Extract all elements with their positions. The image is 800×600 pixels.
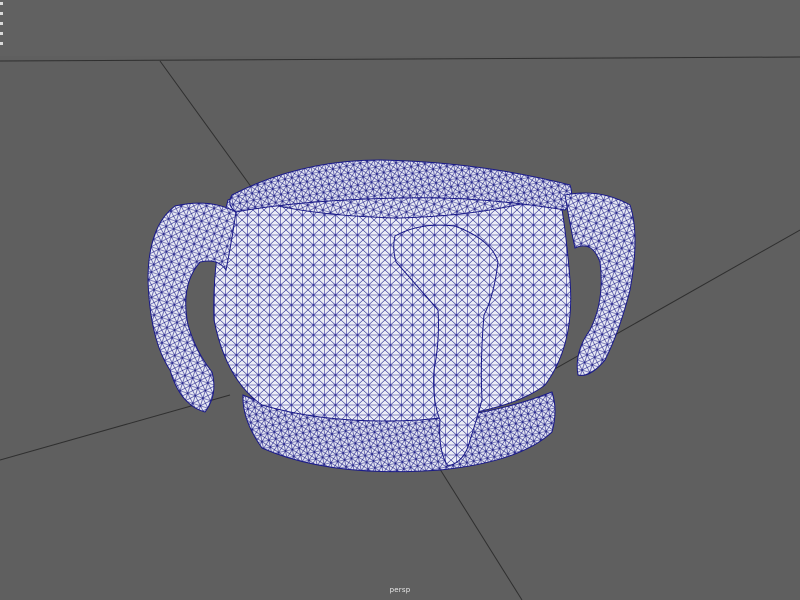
3d-viewport[interactable]: persp [0, 0, 800, 600]
camera-label: persp [389, 586, 411, 594]
viewport-scene[interactable] [0, 0, 800, 600]
mesh-vessel-icon [147, 159, 636, 473]
